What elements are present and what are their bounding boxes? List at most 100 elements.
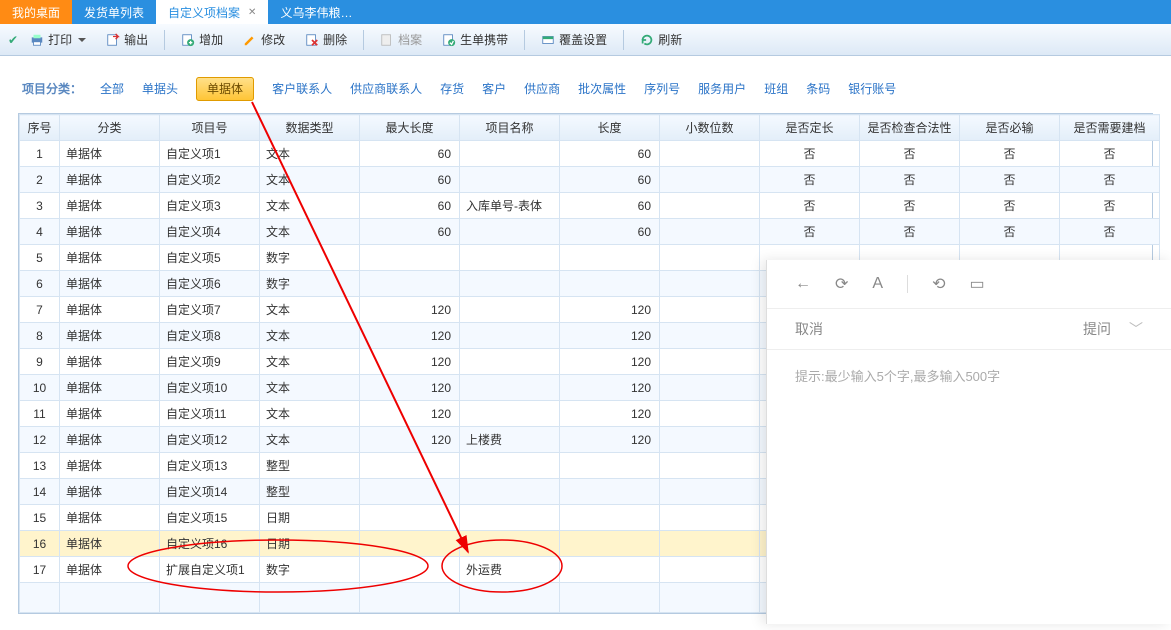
cell[interactable]: 自定义项14 [160, 479, 260, 505]
filter-批次属性[interactable]: 批次属性 [578, 82, 626, 96]
font-icon[interactable]: A [872, 275, 883, 293]
cell[interactable]: 文本 [260, 219, 360, 245]
cell[interactable]: 自定义项5 [160, 245, 260, 271]
table-row[interactable]: 3单据体自定义项3文本60入库单号-表体60否否否否 [20, 193, 1160, 219]
cell[interactable]: 自定义项4 [160, 219, 260, 245]
cell[interactable]: 单据体 [60, 479, 160, 505]
cell[interactable]: 自定义项10 [160, 375, 260, 401]
cell[interactable] [460, 141, 560, 167]
cell[interactable]: 自定义项7 [160, 297, 260, 323]
cell[interactable]: 自定义项9 [160, 349, 260, 375]
cell[interactable] [560, 245, 660, 271]
cell[interactable]: 单据体 [60, 531, 160, 557]
cell[interactable]: 文本 [260, 141, 360, 167]
filter-全部[interactable]: 全部 [100, 82, 124, 96]
cell[interactable] [660, 401, 760, 427]
cell[interactable] [660, 193, 760, 219]
cell[interactable]: 13 [20, 453, 60, 479]
add-button[interactable]: 增加 [173, 28, 231, 51]
cell[interactable]: 否 [1060, 219, 1160, 245]
cell[interactable]: 120 [360, 401, 460, 427]
cell[interactable]: 120 [560, 323, 660, 349]
cell[interactable]: 4 [20, 219, 60, 245]
cell[interactable]: 单据体 [60, 271, 160, 297]
save-icon[interactable]: ✔ [8, 33, 18, 47]
cell[interactable] [660, 349, 760, 375]
cell[interactable] [460, 375, 560, 401]
back-icon[interactable]: ← [795, 275, 811, 293]
cell[interactable] [360, 453, 460, 479]
col-header[interactable]: 是否检查合法性 [860, 115, 960, 141]
col-header[interactable]: 是否定长 [760, 115, 860, 141]
cell[interactable]: 否 [760, 141, 860, 167]
filter-服务用户[interactable]: 服务用户 [698, 82, 746, 96]
cell[interactable]: 8 [20, 323, 60, 349]
cell[interactable] [460, 297, 560, 323]
filter-供应商[interactable]: 供应商 [524, 82, 560, 96]
cover-button[interactable]: 覆盖设置 [533, 28, 615, 51]
table-row[interactable]: 4单据体自定义项4文本6060否否否否 [20, 219, 1160, 245]
cell[interactable]: 否 [860, 141, 960, 167]
cell[interactable]: 文本 [260, 349, 360, 375]
cell[interactable]: 5 [20, 245, 60, 271]
cell[interactable]: 文本 [260, 427, 360, 453]
cell[interactable]: 文本 [260, 375, 360, 401]
filter-存货[interactable]: 存货 [440, 82, 464, 96]
filter-单据体[interactable]: 单据体 [196, 77, 254, 101]
cell[interactable] [660, 557, 760, 583]
cell[interactable]: 120 [360, 297, 460, 323]
tab-shiplist[interactable]: 发货单列表 [72, 0, 156, 24]
cell[interactable] [460, 245, 560, 271]
cell[interactable]: 否 [960, 141, 1060, 167]
cell[interactable]: 自定义项3 [160, 193, 260, 219]
cell[interactable]: 上楼费 [460, 427, 560, 453]
cell[interactable]: 自定义项2 [160, 167, 260, 193]
cell[interactable]: 17 [20, 557, 60, 583]
cell[interactable] [460, 167, 560, 193]
cell[interactable]: 2 [20, 167, 60, 193]
col-header[interactable]: 项目名称 [460, 115, 560, 141]
cell[interactable]: 60 [360, 193, 460, 219]
table-row[interactable]: 2单据体自定义项2文本6060否否否否 [20, 167, 1160, 193]
cell[interactable]: 日期 [260, 505, 360, 531]
cell[interactable]: 否 [760, 167, 860, 193]
cancel-button[interactable]: 取消 [795, 319, 823, 339]
cell[interactable] [360, 479, 460, 505]
cell[interactable]: 单据体 [60, 193, 160, 219]
reload-icon[interactable]: ⟳ [835, 274, 848, 294]
cell[interactable] [460, 219, 560, 245]
cell[interactable] [560, 505, 660, 531]
close-icon[interactable]: ✕ [248, 7, 256, 18]
cell[interactable] [660, 297, 760, 323]
cell[interactable] [660, 219, 760, 245]
filter-条码[interactable]: 条码 [806, 82, 830, 96]
edit-button[interactable]: 修改 [235, 28, 293, 51]
export-button[interactable]: 输出 [98, 28, 156, 51]
delete-button[interactable]: 删除 [297, 28, 355, 51]
refresh-button[interactable]: 刷新 [632, 28, 690, 51]
cell[interactable]: 120 [360, 375, 460, 401]
cell[interactable] [460, 271, 560, 297]
cell[interactable] [660, 453, 760, 479]
cell[interactable]: 6 [20, 271, 60, 297]
filter-序列号[interactable]: 序列号 [644, 82, 680, 96]
cell[interactable] [460, 349, 560, 375]
cell[interactable] [660, 505, 760, 531]
col-header[interactable]: 序号 [20, 115, 60, 141]
cell[interactable] [460, 479, 560, 505]
cell[interactable]: 120 [560, 401, 660, 427]
filter-班组[interactable]: 班组 [764, 82, 788, 96]
filter-单据头[interactable]: 单据头 [142, 82, 178, 96]
cell[interactable] [560, 453, 660, 479]
cell[interactable] [460, 531, 560, 557]
cell[interactable] [560, 271, 660, 297]
cell[interactable] [660, 479, 760, 505]
cell[interactable]: 否 [960, 193, 1060, 219]
cell[interactable] [660, 167, 760, 193]
cell[interactable]: 自定义项13 [160, 453, 260, 479]
cell[interactable]: 60 [560, 193, 660, 219]
col-header[interactable]: 最大长度 [360, 115, 460, 141]
cell[interactable] [460, 401, 560, 427]
cell[interactable]: 11 [20, 401, 60, 427]
col-header[interactable]: 数据类型 [260, 115, 360, 141]
